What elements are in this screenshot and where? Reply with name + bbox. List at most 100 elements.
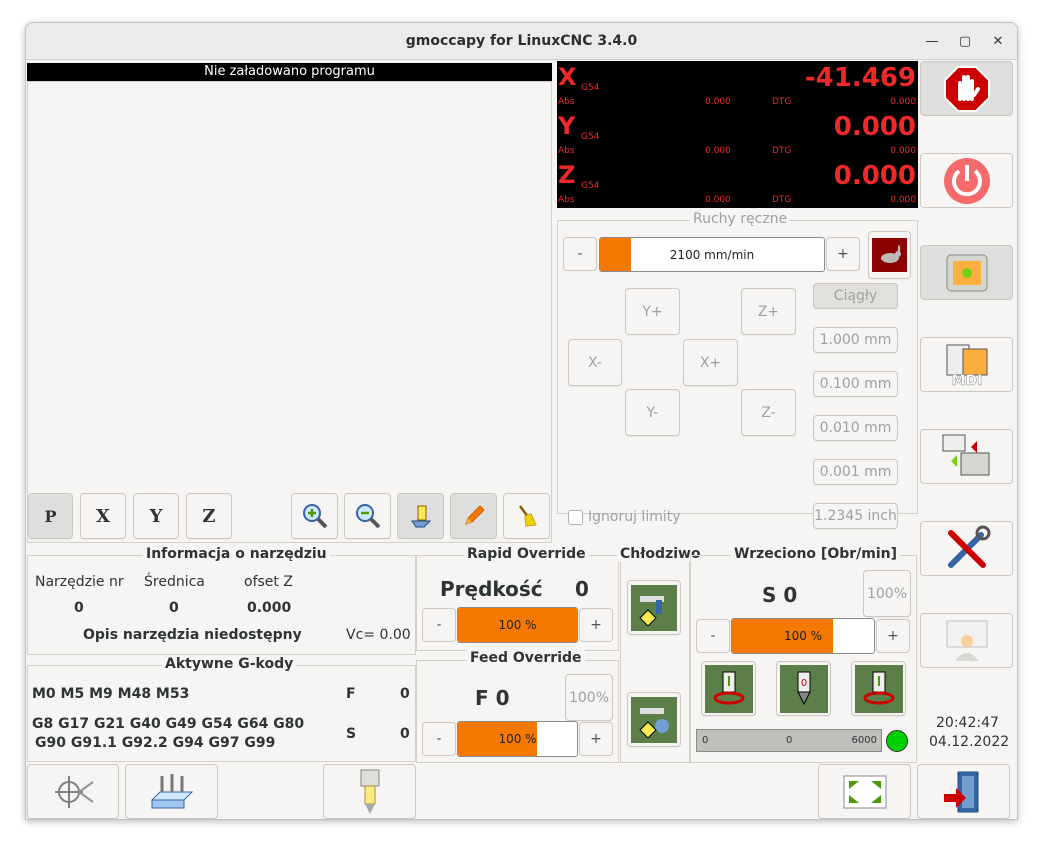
- spindle-bar-current: 0: [786, 735, 793, 746]
- jog-speed-plus[interactable]: +: [826, 237, 860, 271]
- broom-icon: [518, 505, 537, 527]
- view-x-button[interactable]: X: [80, 493, 126, 539]
- user-tabs-button[interactable]: [920, 613, 1013, 668]
- tool-description: Opis narzędzia niedostępny: [83, 627, 302, 643]
- zoom-out-icon: [355, 504, 380, 529]
- rabbit-icon: [872, 238, 907, 272]
- tool-offset-header: ofset Z: [244, 574, 293, 590]
- feed-minus[interactable]: -: [422, 722, 456, 756]
- ref-all-button[interactable]: [27, 764, 119, 819]
- ignore-limits-checkbox[interactable]: [568, 510, 583, 525]
- mdi-mode-button[interactable]: MDI: [920, 337, 1013, 392]
- title-bar: gmoccapy for LinuxCNC 3.4.0 — ▢ ✕: [26, 23, 1017, 60]
- feed-reset-button[interactable]: 100%: [565, 674, 613, 721]
- feed-label: F: [346, 686, 356, 702]
- rapid-plus[interactable]: +: [579, 608, 613, 642]
- jog-yplus-button[interactable]: Y+: [625, 288, 680, 335]
- clear-plot-button[interactable]: [503, 493, 550, 539]
- increment-0-1mm[interactable]: 0.100 mm: [813, 371, 898, 397]
- increment-continuous[interactable]: Ciągły: [813, 283, 898, 309]
- spindle-minus[interactable]: -: [696, 619, 730, 653]
- increment-inch[interactable]: 1.2345 inch: [813, 503, 898, 529]
- view-z-button[interactable]: Z: [186, 493, 232, 539]
- manual-mode-button[interactable]: [920, 245, 1013, 300]
- power-icon: [943, 157, 990, 204]
- auto-mode-button[interactable]: [920, 429, 1013, 484]
- jog-speed-label: 2100 mm/min: [669, 247, 755, 262]
- fullscreen-button[interactable]: [818, 764, 911, 819]
- manual-mode-icon: [946, 254, 987, 291]
- feed-title: Feed Override: [467, 650, 585, 666]
- axis-y-abs: 0.000: [705, 146, 731, 156]
- mdi-icon: MDI: [946, 344, 987, 389]
- speed-value: 0: [400, 726, 410, 742]
- spindle-plus[interactable]: +: [876, 619, 910, 653]
- jog-xminus-button[interactable]: X-: [568, 339, 622, 386]
- spindle-reverse-button[interactable]: [851, 661, 906, 716]
- axis-x-dtg-label: DTG: [772, 97, 792, 107]
- feed-percent: 100 %: [498, 732, 537, 746]
- increment-0-01mm[interactable]: 0.010 mm: [813, 415, 898, 441]
- spindle-stop-icon: 0: [779, 664, 828, 713]
- close-icon[interactable]: ✕: [989, 33, 1007, 51]
- spindle-bar-max: 6000: [851, 735, 877, 746]
- axis-x-value[interactable]: -41.469: [805, 63, 916, 93]
- gcode-preview[interactable]: [27, 81, 552, 543]
- rapid-minus[interactable]: -: [422, 608, 456, 642]
- active-gcodes-line2: G90 G91.1 G92.2 G94 G97 G99: [35, 735, 276, 751]
- spindle-bar-min: 0: [702, 735, 709, 746]
- axis-x-coord: G54: [581, 83, 600, 93]
- mist-button[interactable]: [627, 692, 681, 747]
- axis-x-dtg: 0.000: [890, 97, 916, 107]
- exit-button[interactable]: [917, 764, 1010, 819]
- tool-diameter-value: 0: [169, 600, 179, 616]
- jog-zminus-button[interactable]: Z-: [741, 389, 796, 436]
- axis-z-abs-label: Abs: [558, 195, 575, 205]
- gcodes-title: Aktywne G-kody: [162, 656, 297, 672]
- axis-z-dtg-label: DTG: [772, 195, 792, 205]
- machine-power-button[interactable]: [920, 153, 1013, 208]
- feed-plus[interactable]: +: [579, 722, 613, 756]
- svg-text:0: 0: [800, 678, 806, 689]
- spindle-reset-button[interactable]: 100%: [863, 570, 911, 617]
- flood-button[interactable]: [627, 580, 681, 635]
- increment-1mm[interactable]: 1.000 mm: [813, 327, 898, 353]
- increment-0-001mm[interactable]: 0.001 mm: [813, 459, 898, 485]
- tool-change-button[interactable]: [323, 764, 416, 819]
- tool-path-icon: [410, 505, 431, 528]
- axis-z-value[interactable]: 0.000: [834, 161, 916, 191]
- spindle-forward-button[interactable]: [701, 661, 756, 716]
- edit-button[interactable]: [450, 493, 497, 539]
- zoom-in-icon: [302, 504, 327, 529]
- user-icon: [946, 620, 987, 661]
- show-dtg-button[interactable]: [397, 493, 444, 539]
- maximize-icon[interactable]: ▢: [956, 33, 974, 51]
- view-p-button[interactable]: P: [28, 493, 73, 539]
- axis-z-coord: G54: [581, 181, 600, 191]
- spindle-ccw-icon: [854, 664, 903, 713]
- minimize-icon[interactable]: —: [923, 33, 941, 51]
- view-y-button[interactable]: Y: [133, 493, 179, 539]
- fullscreen-icon: [843, 775, 886, 808]
- touch-off-button[interactable]: [125, 764, 218, 819]
- zoom-out-button[interactable]: [344, 493, 391, 539]
- settings-button[interactable]: [920, 521, 1013, 576]
- jog-speed-slider[interactable]: 2100 mm/min: [599, 237, 825, 272]
- jog-zplus-button[interactable]: Z+: [741, 288, 796, 335]
- spindle-cw-icon: [704, 664, 753, 713]
- zoom-in-button[interactable]: [291, 493, 338, 539]
- program-header: Nie załadowano programu: [27, 63, 552, 81]
- jog-speed-minus[interactable]: -: [563, 237, 597, 271]
- turtle-rabbit-button[interactable]: [868, 231, 911, 279]
- clock-time: 20:42:47: [936, 715, 999, 731]
- spindle-slider[interactable]: 100 %: [731, 618, 875, 654]
- spindle-stop-button[interactable]: 0: [776, 661, 831, 716]
- feed-slider[interactable]: 100 %: [457, 721, 578, 757]
- jog-yminus-button[interactable]: Y-: [625, 389, 680, 436]
- jog-xplus-button[interactable]: X+: [683, 339, 738, 386]
- axis-y-value[interactable]: 0.000: [834, 112, 916, 142]
- view-x-label: X: [96, 505, 110, 527]
- tools-icon: [947, 525, 990, 568]
- estop-button[interactable]: [920, 61, 1013, 116]
- rapid-slider[interactable]: 100 %: [457, 607, 578, 643]
